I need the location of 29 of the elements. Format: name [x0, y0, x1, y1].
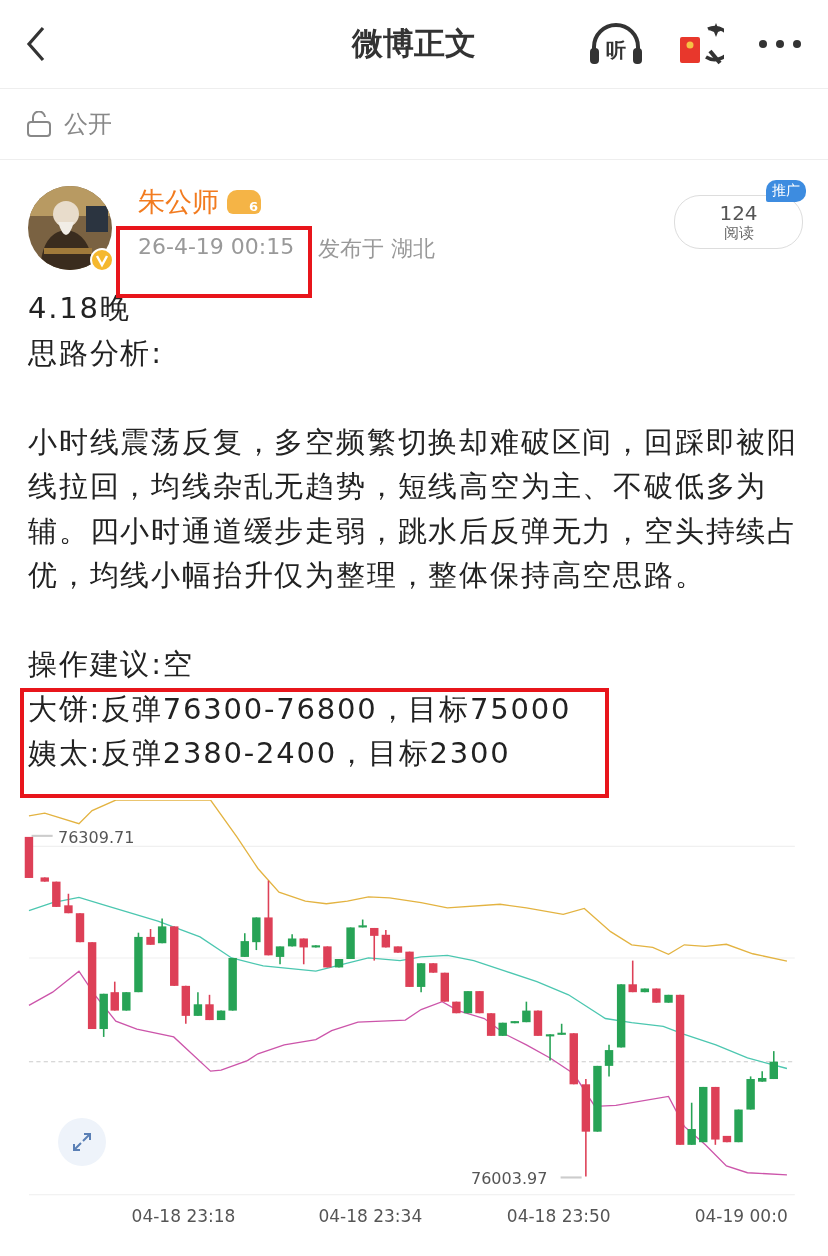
post-text: 思路分析:	[28, 334, 164, 372]
verified-badge-icon	[90, 248, 114, 272]
post-time: 26-4-19 00:15	[138, 234, 295, 261]
leader-line	[31, 834, 53, 837]
post-text: 操作建议:空	[28, 646, 195, 683]
post-location: 发布于 湖北	[318, 235, 436, 263]
unlock-icon	[26, 111, 52, 137]
time-axis-label: 04-18 23:34	[318, 1205, 423, 1226]
low-price-label: 76003.97	[471, 1168, 548, 1188]
time-axis-label: 04-18 23:18	[131, 1205, 236, 1226]
page-title: 微博正文	[352, 24, 476, 63]
visibility-label: 公开	[64, 109, 112, 140]
time-axis-label: 04-19 00:0	[694, 1205, 788, 1226]
high-price-label: 76309.71	[58, 827, 135, 847]
promoted-badge: 推广	[766, 180, 806, 202]
leader-line	[560, 1175, 582, 1179]
listen-button[interactable]: 听	[588, 21, 644, 67]
back-icon[interactable]	[26, 26, 46, 62]
post-text: 姨太:反弹2380-2400，目标2300	[28, 735, 512, 772]
post-text: 小时线震荡反复，多空频繁切换却难破区间，回踩即被阳线拉回，均线杂乱无趋势，短线高空为主、不破低多为辅。四小时通道缓步走弱，跳水后反弹无力，空头持续占优，均线小幅抬升仅为整理，整体保持高空思路。	[28, 423, 799, 594]
more-icon[interactable]	[758, 39, 802, 49]
post-text: 大饼:反弹76300-76800，目标75000	[28, 690, 573, 728]
expand-button[interactable]	[58, 1117, 106, 1166]
post-text: 4.18晚	[28, 290, 132, 327]
member-level-badge: 6	[227, 190, 261, 214]
read-count: 124	[719, 202, 758, 224]
envelope-search-icon[interactable]	[678, 21, 724, 67]
read-label: 阅读	[723, 224, 754, 242]
time-axis-label: 04-18 23:50	[506, 1205, 611, 1226]
